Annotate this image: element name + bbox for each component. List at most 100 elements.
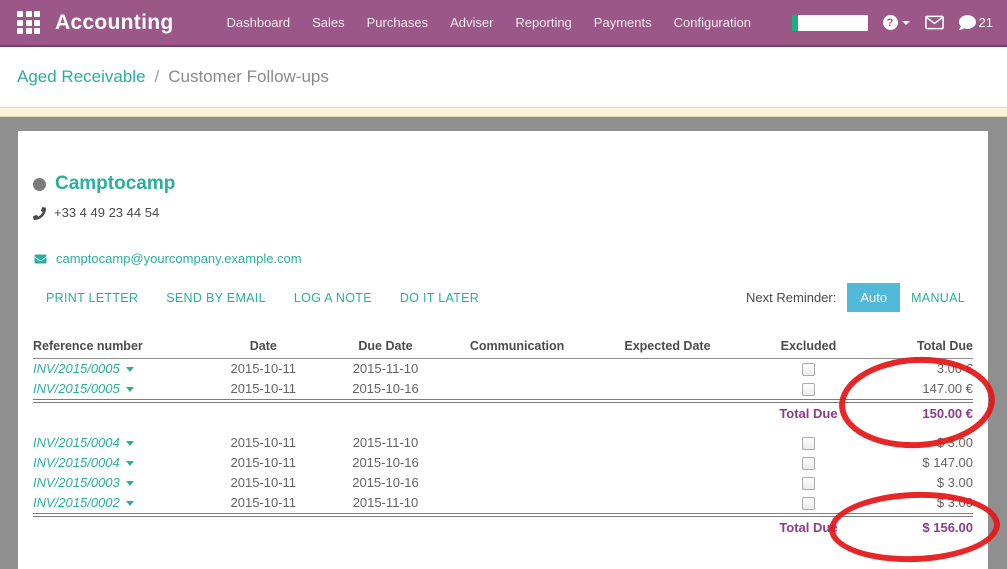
- invoice-expected-date: [588, 493, 748, 515]
- customer-status-dot-icon: [33, 178, 46, 191]
- menu-item-purchases[interactable]: Purchases: [356, 1, 439, 44]
- invoice-row: INV/2015/0002 2015-10-11 2015-11-10 $ 3.…: [33, 493, 973, 515]
- invoice-communication: [447, 453, 588, 473]
- notice-strip: [0, 107, 1007, 117]
- invoice-expected-date: [588, 379, 748, 401]
- do-it-later-button[interactable]: DO IT LATER: [400, 291, 479, 305]
- excluded-checkbox[interactable]: [802, 457, 815, 470]
- log-a-note-button[interactable]: LOG A NOTE: [294, 291, 372, 305]
- menu-item-payments[interactable]: Payments: [583, 1, 663, 44]
- mail-icon: [925, 15, 944, 30]
- help-icon: ?: [883, 15, 898, 30]
- next-reminder-label: Next Reminder:: [746, 290, 836, 305]
- invoice-group-table: INV/2015/0004 2015-10-11 2015-11-10 $ 3.…: [33, 433, 973, 539]
- followup-groups: INV/2015/0005 2015-10-11 2015-11-10 3.00…: [33, 359, 973, 539]
- breadcrumb-separator: /: [155, 67, 160, 87]
- invoice-row: INV/2015/0005 2015-10-11 2015-10-16 147.…: [33, 379, 973, 401]
- invoice-total-due: $ 3.00: [870, 433, 973, 453]
- total-due-label: Total Due: [747, 515, 869, 539]
- customer-email-link[interactable]: camptocamp@yourcompany.example.com: [56, 251, 302, 267]
- email-envelope-icon: [33, 253, 48, 265]
- menu-item-configuration[interactable]: Configuration: [663, 1, 762, 44]
- invoice-date: 2015-10-11: [202, 433, 324, 453]
- invoice-due-date: 2015-10-16: [324, 473, 446, 493]
- chevron-down-icon: [902, 21, 910, 25]
- invoice-row: INV/2015/0004 2015-10-11 2015-11-10 $ 3.…: [33, 433, 973, 453]
- invoice-communication: [447, 493, 588, 515]
- menu-item-adviser[interactable]: Adviser: [439, 1, 504, 44]
- invoice-date: 2015-10-11: [202, 473, 324, 493]
- invoice-total-due: 3.00 €: [870, 359, 973, 379]
- total-due-value: $ 156.00: [870, 515, 973, 539]
- invoice-group-table: INV/2015/0005 2015-10-11 2015-11-10 3.00…: [33, 359, 973, 425]
- invoice-reference-link[interactable]: INV/2015/0002: [33, 495, 120, 510]
- chat-button[interactable]: 21: [959, 14, 993, 31]
- invoice-total-due: 147.00 €: [870, 379, 973, 401]
- invoice-reference-link[interactable]: INV/2015/0004: [33, 455, 120, 470]
- column-header-reference: Reference number: [33, 337, 202, 359]
- invoice-communication: [447, 359, 588, 379]
- invoice-dropdown-caret-icon[interactable]: [126, 461, 134, 466]
- total-due-value: 150.00 €: [870, 401, 973, 425]
- column-header-expected-date: Expected Date: [588, 337, 748, 359]
- app-title: Accounting: [55, 11, 174, 35]
- invoice-reference-link[interactable]: INV/2015/0004: [33, 435, 120, 450]
- main-menu: Dashboard Sales Purchases Adviser Report…: [216, 1, 762, 44]
- invoice-expected-date: [588, 473, 748, 493]
- invoice-date: 2015-10-11: [202, 379, 324, 401]
- invoice-dropdown-caret-icon[interactable]: [126, 441, 134, 446]
- send-by-email-button[interactable]: SEND BY EMAIL: [166, 291, 266, 305]
- messages-button[interactable]: [925, 15, 944, 30]
- apps-grid-icon[interactable]: [17, 11, 40, 34]
- invoice-total-due: $ 147.00: [870, 453, 973, 473]
- excluded-checkbox[interactable]: [802, 437, 815, 450]
- navbar-inline-field[interactable]: [792, 15, 868, 31]
- invoice-expected-date: [588, 359, 748, 379]
- menu-item-reporting[interactable]: Reporting: [504, 1, 582, 44]
- customer-name[interactable]: Camptocamp: [55, 173, 175, 195]
- invoice-reference-link[interactable]: INV/2015/0005: [33, 361, 120, 376]
- column-header-communication: Communication: [447, 337, 588, 359]
- invoice-dropdown-caret-icon[interactable]: [126, 367, 134, 372]
- invoice-due-date: 2015-11-10: [324, 359, 446, 379]
- invoice-due-date: 2015-11-10: [324, 433, 446, 453]
- invoice-total-due: $ 3.00: [870, 493, 973, 515]
- excluded-checkbox[interactable]: [802, 477, 815, 490]
- invoice-row: INV/2015/0003 2015-10-11 2015-10-16 $ 3.…: [33, 473, 973, 493]
- field-fill-bar: [792, 15, 798, 31]
- invoice-date: 2015-10-11: [202, 359, 324, 379]
- excluded-checkbox[interactable]: [802, 363, 815, 376]
- invoice-expected-date: [588, 433, 748, 453]
- invoice-dropdown-caret-icon[interactable]: [126, 481, 134, 486]
- help-menu[interactable]: ?: [883, 15, 910, 30]
- customer-phone: +33 4 49 23 44 54: [54, 205, 159, 221]
- column-header-due-date: Due Date: [324, 337, 446, 359]
- column-header-date: Date: [202, 337, 324, 359]
- followup-table: Reference number Date Due Date Communica…: [33, 337, 973, 539]
- invoice-date: 2015-10-11: [202, 453, 324, 473]
- menu-item-sales[interactable]: Sales: [301, 1, 356, 44]
- breadcrumb-parent-link[interactable]: Aged Receivable: [17, 67, 146, 87]
- invoice-reference-link[interactable]: INV/2015/0003: [33, 475, 120, 490]
- reminder-auto-button[interactable]: Auto: [847, 283, 900, 312]
- invoice-dropdown-caret-icon[interactable]: [126, 501, 134, 506]
- excluded-checkbox[interactable]: [802, 383, 815, 396]
- invoice-row: INV/2015/0004 2015-10-11 2015-10-16 $ 14…: [33, 453, 973, 473]
- invoice-dropdown-caret-icon[interactable]: [126, 387, 134, 392]
- menu-item-dashboard[interactable]: Dashboard: [216, 1, 302, 44]
- followup-table-header: Reference number Date Due Date Communica…: [33, 337, 973, 359]
- reminder-manual-button[interactable]: MANUAL: [911, 291, 965, 305]
- excluded-checkbox[interactable]: [802, 497, 815, 510]
- invoice-date: 2015-10-11: [202, 493, 324, 515]
- invoice-row: INV/2015/0005 2015-10-11 2015-11-10 3.00…: [33, 359, 973, 379]
- breadcrumb: Aged Receivable / Customer Follow-ups: [0, 47, 1007, 107]
- print-letter-button[interactable]: PRINT LETTER: [46, 291, 138, 305]
- total-due-label: Total Due: [747, 401, 869, 425]
- breadcrumb-current: Customer Follow-ups: [168, 67, 329, 87]
- top-navbar: Accounting Dashboard Sales Purchases Adv…: [0, 0, 1007, 47]
- invoice-due-date: 2015-10-16: [324, 453, 446, 473]
- followup-card: Camptocamp +33 4 49 23 44 54 camptocamp@…: [18, 131, 988, 569]
- invoice-reference-link[interactable]: INV/2015/0005: [33, 381, 120, 396]
- group-total-row: Total Due 150.00 €: [33, 401, 973, 425]
- content-area: Camptocamp +33 4 49 23 44 54 camptocamp@…: [0, 117, 1007, 569]
